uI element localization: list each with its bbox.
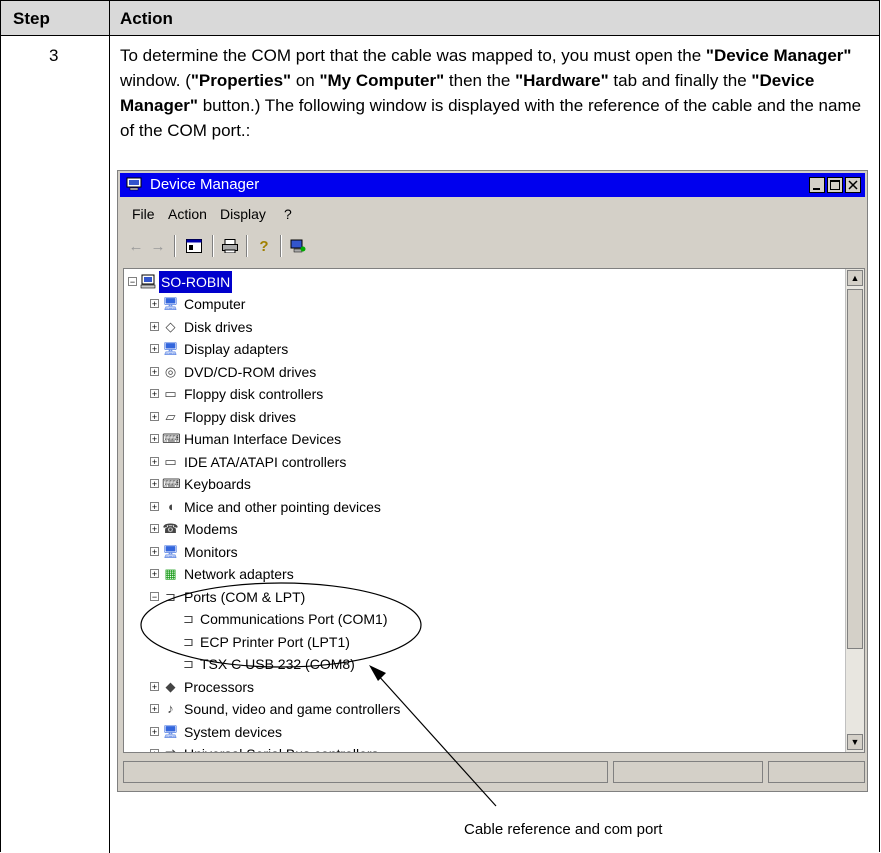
annotation-arrow-line xyxy=(375,672,497,807)
document-page: Step Action 3 To determine the COM port … xyxy=(0,0,881,853)
instruction-table: Step Action 3 To determine the COM port … xyxy=(0,0,880,853)
highlight-ellipse xyxy=(140,582,422,668)
annotation-overlay xyxy=(140,582,497,807)
annotation-caption: Cable reference and com port xyxy=(464,821,663,838)
annotation-arrowhead xyxy=(369,665,386,681)
